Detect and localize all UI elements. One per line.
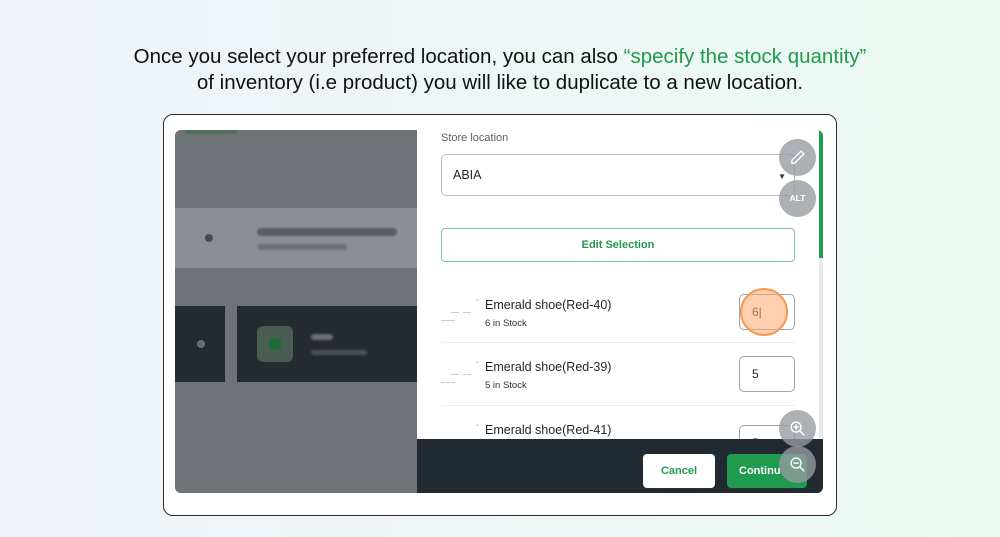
quantity-input[interactable]: 5 [739,356,795,392]
product-thumbnail [441,298,479,326]
cancel-button[interactable]: Cancel [643,454,715,488]
edit-selection-button[interactable]: Edit Selection [441,228,795,262]
headline: Once you select your preferred location,… [0,44,1000,96]
edit-annotation-button[interactable] [779,139,816,176]
headline-line2: of inventory (i.e product) you will like… [196,71,804,94]
product-thumbnail [441,360,479,388]
blurred-dashboard [175,130,417,493]
store-location-value: ABIA [453,168,482,182]
click-indicator [740,288,788,336]
thumbnail-mark: ⌄ [475,297,481,303]
store-location-label: Store location [441,132,509,144]
product-name: Emerald shoe(Red-39) [485,360,612,374]
panel-footer: Cancel Continu [417,439,823,493]
product-stock: 6 in Stock [485,318,527,329]
dropdown-caret-icon: ▼ [778,172,786,181]
scrollbar-thumb[interactable] [819,130,823,258]
duplicate-inventory-panel: Store location ABIA ▼ Edit Selection ⌄ E… [417,130,823,493]
list-item: ⌄ Emerald shoe(Red-39) 5 in Stock 5 [437,350,797,412]
blurred-tab-indicator [185,130,237,134]
scrollbar-track[interactable] [819,258,823,438]
headline-text: Once you select your preferred location,… [133,45,624,68]
zoom-out-icon [790,457,805,472]
zoom-out-button[interactable] [779,446,816,483]
store-location-select[interactable]: ABIA ▼ [441,154,795,196]
product-name: Emerald shoe(Red-41) [485,423,612,437]
divider [441,342,795,343]
blurred-orders-card [237,306,417,382]
alt-label: ALT [789,193,806,203]
zoom-in-icon [790,421,805,436]
blurred-balance-card [175,208,417,268]
pencil-icon [791,150,805,164]
product-stock: 5 in Stock [485,380,527,391]
product-name: Emerald shoe(Red-40) [485,298,612,312]
app-screen: Store location ABIA ▼ Edit Selection ⌄ E… [175,130,823,493]
blurred-dark-card [175,306,225,382]
alt-text-button[interactable]: ALT [779,180,816,217]
thumbnail-mark: ⌄ [475,422,481,428]
zoom-in-button[interactable] [779,410,816,447]
divider [441,405,795,406]
headline-accent: “specify the stock quantity” [623,45,867,68]
thumbnail-mark: ⌄ [475,359,481,365]
